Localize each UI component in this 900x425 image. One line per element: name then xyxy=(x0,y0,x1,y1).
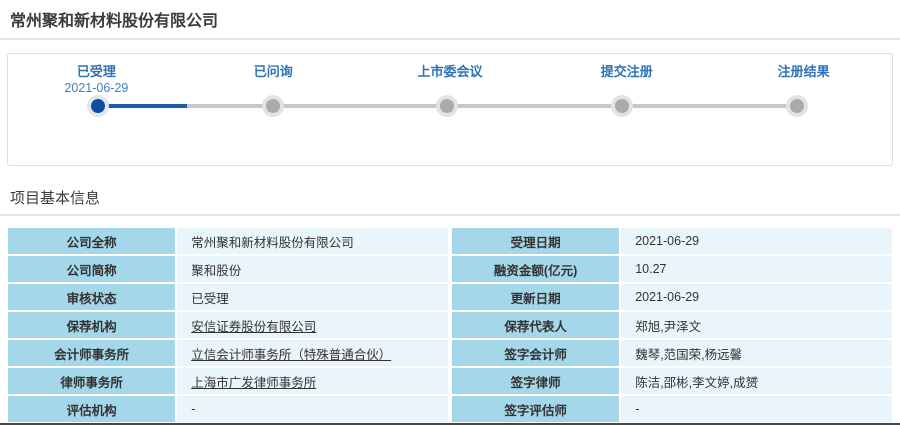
step-label: 已问询 xyxy=(185,63,362,80)
stepper-node-listing-committee-icon xyxy=(440,99,454,113)
field-label: 评估机构 xyxy=(8,396,175,422)
field-label: 融资金额(亿元) xyxy=(452,256,619,282)
row-signing-accountants: 签字会计师 魏琴,范国荣,杨远馨 xyxy=(452,340,892,366)
step-label: 注册结果 xyxy=(715,63,892,80)
field-label: 更新日期 xyxy=(452,284,619,310)
stepper-node-registration-result-icon xyxy=(790,99,804,113)
header-divider xyxy=(0,38,900,40)
accounting-firm-link[interactable]: 立信会计师事务所（特殊普通合伙） xyxy=(191,344,391,363)
field-value: 聚和股份 xyxy=(177,256,448,282)
field-value: 立信会计师事务所（特殊普通合伙） xyxy=(177,340,448,366)
row-signing-appraisers: 签字评估师 - xyxy=(452,396,892,422)
step-registration-result: 注册结果 xyxy=(715,63,892,96)
field-label: 保荐机构 xyxy=(8,312,175,338)
row-accounting-firm: 会计师事务所 立信会计师事务所（特殊普通合伙） xyxy=(8,340,448,366)
step-label: 已受理 xyxy=(8,63,185,80)
field-label: 公司简称 xyxy=(8,256,175,282)
row-update-date: 更新日期 2021-06-29 xyxy=(452,284,892,310)
row-company-short-name: 公司简称 聚和股份 xyxy=(8,256,448,282)
info-table-left-column: 公司全称 常州聚和新材料股份有限公司 公司简称 聚和股份 审核状态 已受理 保荐… xyxy=(8,228,448,424)
field-value: 已受理 xyxy=(177,284,448,310)
field-value: 郑旭,尹泽文 xyxy=(621,312,892,338)
field-value: 陈洁,邵彬,李文婷,成赟 xyxy=(621,368,892,394)
stepper-progress-line xyxy=(98,104,186,108)
field-value: 2021-06-29 xyxy=(621,284,892,310)
step-date: 2021-06-29 xyxy=(8,80,185,96)
field-value: - xyxy=(621,396,892,422)
step-label: 提交注册 xyxy=(538,63,715,80)
field-value: 常州聚和新材料股份有限公司 xyxy=(177,228,448,254)
stepper-labels: 已受理 2021-06-29 已问询 上市委会议 提交注册 注册结果 xyxy=(8,63,892,96)
row-appraisal-agency: 评估机构 - xyxy=(8,396,448,422)
row-sponsor-representatives: 保荐代表人 郑旭,尹泽文 xyxy=(452,312,892,338)
stepper-node-submit-registration-icon xyxy=(615,99,629,113)
field-value: 10.27 xyxy=(621,256,892,282)
field-value: 2021-06-29 xyxy=(621,228,892,254)
status-stepper: 已受理 2021-06-29 已问询 上市委会议 提交注册 注册结果 xyxy=(7,53,893,166)
field-label: 签字律师 xyxy=(452,368,619,394)
stepper-node-inquired-icon xyxy=(266,99,280,113)
section-title: 项目基本信息 xyxy=(0,188,900,210)
field-label: 保荐代表人 xyxy=(452,312,619,338)
row-sponsor: 保荐机构 安信证券股份有限公司 xyxy=(8,312,448,338)
field-value: - xyxy=(177,396,448,422)
row-acceptance-date: 受理日期 2021-06-29 xyxy=(452,228,892,254)
section-divider xyxy=(0,214,900,216)
step-accepted: 已受理 2021-06-29 xyxy=(8,63,185,96)
step-label: 上市委会议 xyxy=(362,63,539,80)
field-label: 律师事务所 xyxy=(8,368,175,394)
field-value: 魏琴,范国荣,杨远馨 xyxy=(621,340,892,366)
row-company-full-name: 公司全称 常州聚和新材料股份有限公司 xyxy=(8,228,448,254)
row-financing-amount: 融资金额(亿元) 10.27 xyxy=(452,256,892,282)
field-value: 上海市广发律师事务所 xyxy=(177,368,448,394)
field-label: 会计师事务所 xyxy=(8,340,175,366)
row-signing-lawyers: 签字律师 陈洁,邵彬,李文婷,成赟 xyxy=(452,368,892,394)
step-listing-committee: 上市委会议 xyxy=(362,63,539,96)
info-table-right-column: 受理日期 2021-06-29 融资金额(亿元) 10.27 更新日期 2021… xyxy=(452,228,892,424)
step-inquired: 已问询 xyxy=(185,63,362,96)
field-label: 签字评估师 xyxy=(452,396,619,422)
stepper-node-accepted-icon xyxy=(91,99,105,113)
field-label: 公司全称 xyxy=(8,228,175,254)
page-title: 常州聚和新材料股份有限公司 xyxy=(0,0,900,30)
field-label: 受理日期 xyxy=(452,228,619,254)
row-review-status: 审核状态 已受理 xyxy=(8,284,448,310)
step-submit-registration: 提交注册 xyxy=(538,63,715,96)
sponsor-link[interactable]: 安信证券股份有限公司 xyxy=(191,316,316,335)
field-label: 签字会计师 xyxy=(452,340,619,366)
field-label: 审核状态 xyxy=(8,284,175,310)
law-firm-link[interactable]: 上海市广发律师事务所 xyxy=(191,372,316,391)
field-value: 安信证券股份有限公司 xyxy=(177,312,448,338)
project-info-table: 公司全称 常州聚和新材料股份有限公司 公司简称 聚和股份 审核状态 已受理 保荐… xyxy=(8,228,892,424)
row-law-firm: 律师事务所 上海市广发律师事务所 xyxy=(8,368,448,394)
